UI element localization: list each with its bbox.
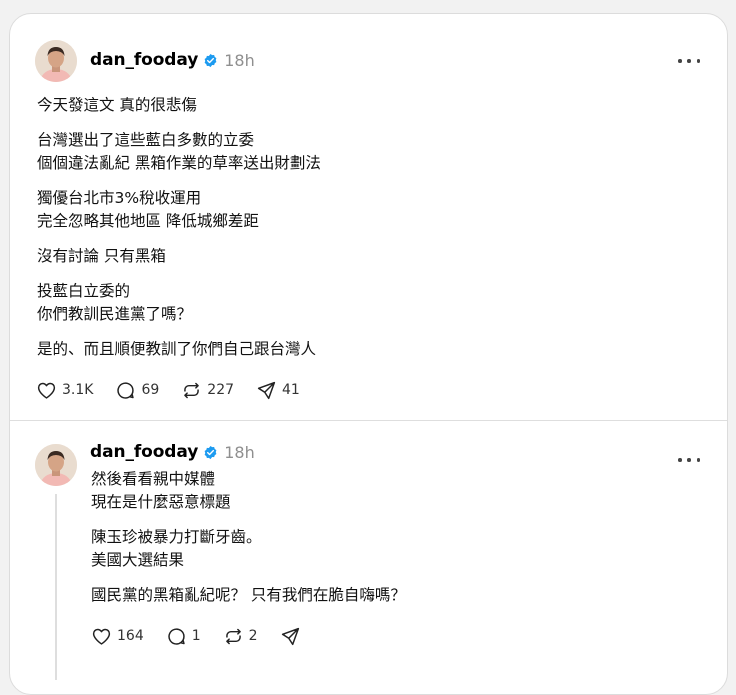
like-button[interactable]: 3.1K [36,377,93,403]
username[interactable]: dan_fooday [90,50,198,70]
text-line: 沒有討論 只有黑箱 [37,247,166,265]
text-line: 你們教訓民進黨了嗎？ [37,305,193,323]
repost-count: 227 [207,382,235,398]
text-line: 現在是什麼惡意標題 [91,493,231,511]
send-icon [281,627,299,645]
share-button[interactable] [280,623,306,649]
more-options-icon[interactable] [678,453,700,467]
text-line: 是的、而且順便教訓了你們自己跟台灣人 [37,340,317,358]
paragraph: 沒有討論 只有黑箱 [37,245,697,268]
post-header: dan_fooday 18h [90,440,255,464]
more-options-icon[interactable] [678,54,700,68]
paragraph: 投藍白立委的 你們教訓民進黨了嗎？ [37,280,697,326]
heart-icon [92,628,111,645]
post[interactable]: dan_fooday 18h 然後看看親中媒體 現在是什麼惡意標題 陳玉珍被暴力… [10,420,727,694]
thread-line [55,494,57,680]
post-time[interactable]: 18h [224,51,255,70]
verified-badge-icon [204,445,217,459]
like-count: 3.1K [62,382,94,398]
verified-badge-icon [204,53,217,67]
like-button[interactable]: 164 [91,623,144,649]
post-text: 今天發這文 真的很悲傷 台灣選出了這些藍白多數的立委 個個違法亂紀 黑箱作業的草… [37,94,697,373]
paragraph: 陳玉珍被暴力打斷牙齒。 美國大選結果 [91,526,691,572]
text-line: 完全忽略其他地區 降低城鄉差距 [37,212,259,230]
paragraph: 然後看看親中媒體 現在是什麼惡意標題 [91,468,691,514]
paragraph: 是的、而且順便教訓了你們自己跟台灣人 [37,338,697,361]
post-header: dan_fooday 18h [90,48,255,72]
share-button[interactable]: 41 [256,377,300,403]
post[interactable]: dan_fooday 18h 今天發這文 真的很悲傷 台灣選出了這些藍白多數的立… [10,14,727,420]
reply-button[interactable]: 1 [166,623,201,649]
text-line: 然後看看親中媒體 [91,470,216,488]
repost-count: 2 [248,628,258,644]
paragraph: 獨優台北市3%稅收運用 完全忽略其他地區 降低城鄉差距 [37,187,697,233]
paragraph: 今天發這文 真的很悲傷 [37,94,697,117]
reply-count: 1 [191,628,201,644]
username[interactable]: dan_fooday [90,442,198,462]
text-line: 陳玉珍被暴力打斷牙齒。 [91,528,262,546]
text-line: 國民黨的黑箱亂紀呢？ 只有我們在脆自嗨嗎？ [91,586,406,604]
reply-count: 69 [141,382,160,398]
paragraph: 國民黨的黑箱亂紀呢？ 只有我們在脆自嗨嗎？ [91,584,691,607]
feed-card: dan_fooday 18h 今天發這文 真的很悲傷 台灣選出了這些藍白多數的立… [9,13,728,695]
share-count: 41 [282,382,300,398]
post-actions: 3.1K 69 227 41 [36,377,322,403]
avatar[interactable] [35,444,77,486]
post-actions: 164 1 2 [91,623,328,649]
like-count: 164 [117,628,144,644]
text-line: 投藍白立委的 [37,282,131,300]
text-line: 台灣選出了這些藍白多數的立委 [37,131,255,149]
paragraph: 台灣選出了這些藍白多數的立委 個個違法亂紀 黑箱作業的草率送出財劃法 [37,129,697,175]
text-line: 今天發這文 真的很悲傷 [37,96,197,114]
post-text: 然後看看親中媒體 現在是什麼惡意標題 陳玉珍被暴力打斷牙齒。 美國大選結果 國民… [91,468,691,619]
repost-icon [225,628,241,644]
text-line: 個個違法亂紀 黑箱作業的草率送出財劃法 [37,154,321,172]
repost-button[interactable]: 2 [223,623,258,649]
comment-icon [168,627,185,645]
post-time[interactable]: 18h [224,443,255,462]
send-icon [257,381,276,399]
reply-button[interactable]: 69 [115,377,159,403]
heart-icon [37,382,56,399]
avatar[interactable] [35,40,77,82]
repost-icon [184,382,200,398]
text-line: 獨優台北市3%稅收運用 [37,189,202,207]
text-line: 美國大選結果 [91,551,185,569]
repost-button[interactable]: 227 [181,377,234,403]
comment-icon [117,381,135,399]
